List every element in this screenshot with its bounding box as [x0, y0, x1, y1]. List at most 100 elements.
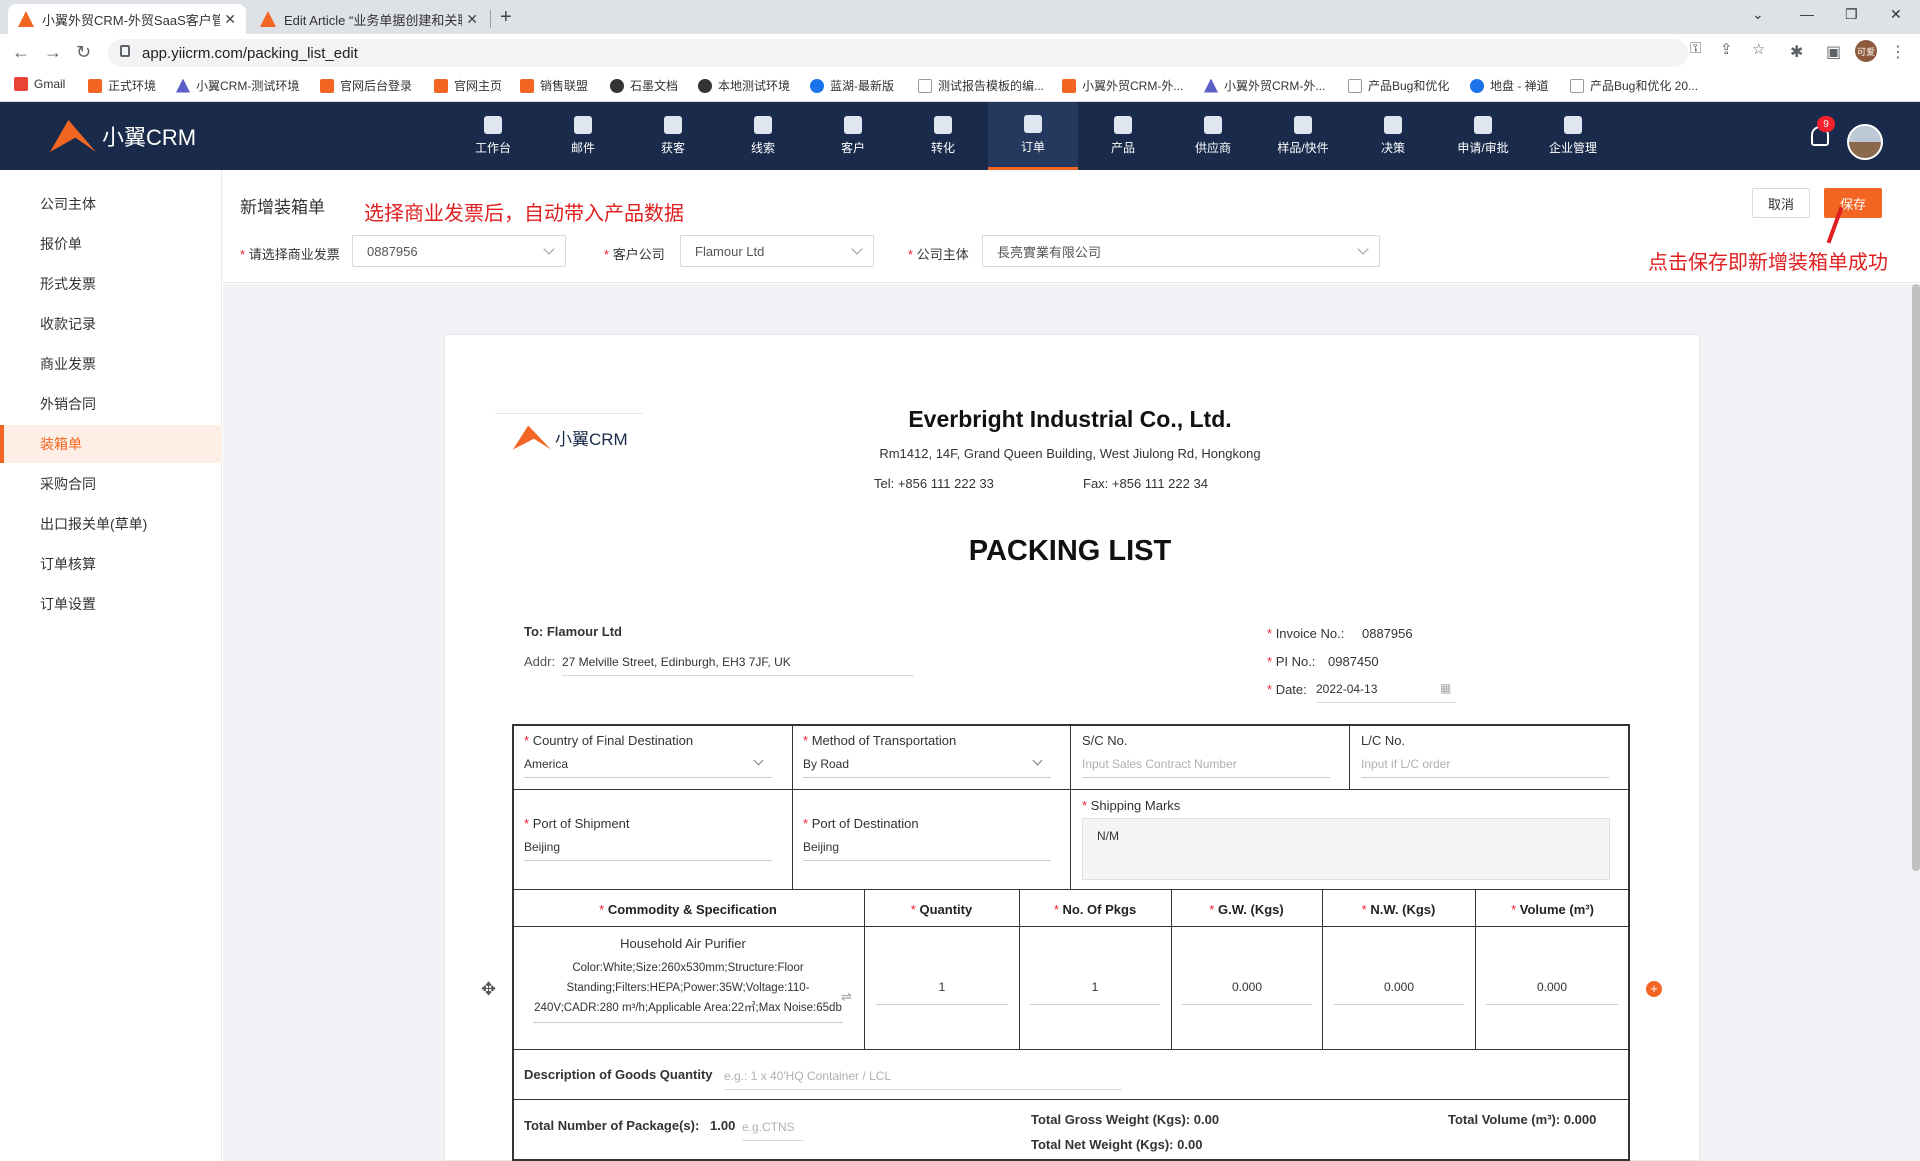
- sidebar-item-purchase-contract[interactable]: 采购合同: [0, 465, 222, 503]
- volume-input[interactable]: 0.000: [1486, 980, 1618, 1005]
- user-avatar[interactable]: [1847, 124, 1883, 160]
- nav-orders[interactable]: 订单: [988, 102, 1078, 170]
- nav-products[interactable]: 产品: [1078, 102, 1168, 170]
- customer-select[interactable]: Flamour Ltd: [680, 235, 874, 267]
- sidebar-item-receipts[interactable]: 收款记录: [0, 305, 222, 343]
- sidebar-item-settings[interactable]: 订单设置: [0, 585, 222, 623]
- scrollbar[interactable]: [1912, 284, 1920, 871]
- sidebar-item-proforma[interactable]: 形式发票: [0, 265, 222, 303]
- sidebar-item-customs[interactable]: 出口报关单(草单): [0, 505, 222, 543]
- bookmark-item[interactable]: 正式环境: [88, 77, 156, 94]
- method-select[interactable]: By Road: [803, 755, 1051, 778]
- bookmark-item[interactable]: 官网主页: [434, 77, 502, 94]
- bookmark-star-icon[interactable]: ☆: [1752, 40, 1765, 58]
- nav-customers[interactable]: 客户: [808, 102, 898, 170]
- quantity-input[interactable]: 1: [876, 980, 1008, 1005]
- shipping-marks-input[interactable]: N/M: [1082, 818, 1610, 880]
- invoice-select[interactable]: 0887956: [352, 235, 566, 267]
- sidebar-item-commercial-invoice[interactable]: 商业发票: [0, 345, 222, 383]
- nav-decisions[interactable]: 决策: [1348, 102, 1438, 170]
- sidebar-item-accounting[interactable]: 订单核算: [0, 545, 222, 583]
- back-icon[interactable]: ←: [12, 42, 30, 63]
- gw-input[interactable]: 0.000: [1182, 980, 1312, 1005]
- side-panel-icon[interactable]: ▣: [1826, 42, 1841, 62]
- reload-icon[interactable]: ↻: [76, 42, 91, 63]
- total-pkgs-unit-input[interactable]: e.g.CTNS: [742, 1120, 804, 1141]
- nav-suppliers[interactable]: 供应商: [1168, 102, 1258, 170]
- save-button[interactable]: 保存: [1824, 188, 1882, 218]
- forward-icon[interactable]: →: [44, 42, 62, 63]
- sidebar-item-sales-contract[interactable]: 外销合同: [0, 385, 222, 423]
- sidebar-item-quotation[interactable]: 报价单: [0, 225, 222, 263]
- lc-input[interactable]: Input if L/C order: [1361, 757, 1609, 778]
- nav-leads[interactable]: 线索: [718, 102, 808, 170]
- nav-workbench[interactable]: 工作台: [448, 102, 538, 170]
- port-shipment-input[interactable]: Beijing: [524, 840, 772, 861]
- port-destination-input[interactable]: Beijing: [803, 840, 1051, 861]
- minimize-icon[interactable]: —: [1800, 6, 1814, 22]
- annotation-save: 点击保存即新增装箱单成功: [1648, 252, 1888, 274]
- addr-input[interactable]: 27 Melville Street, Edinburgh, EH3 7JF, …: [562, 655, 914, 676]
- key-icon[interactable]: ⚿: [1690, 40, 1701, 57]
- bookmark-item[interactable]: 地盘 - 禅道: [1470, 77, 1549, 94]
- cancel-button[interactable]: 取消: [1752, 188, 1810, 218]
- product-spec[interactable]: Color:White;Size:260x530mm;Structure:Flo…: [533, 958, 843, 1023]
- bookmark-item[interactable]: 测试报告模板的编...: [918, 77, 1044, 94]
- browser-tab-edit-article[interactable]: Edit Article “业务单据创建和关联 ✕: [250, 4, 488, 34]
- bookmark-item[interactable]: 产品Bug和优化 20...: [1570, 77, 1698, 94]
- close-window-icon[interactable]: ✕: [1890, 6, 1902, 23]
- doc-icon: [1348, 78, 1362, 93]
- globe-icon: [698, 78, 712, 93]
- sidebar-item-company[interactable]: 公司主体: [0, 185, 222, 223]
- nav-acquire[interactable]: 获客: [628, 102, 718, 170]
- bookmark-gmail[interactable]: Gmail: [14, 77, 65, 91]
- nav-conversion[interactable]: 转化: [898, 102, 988, 170]
- bookmark-item[interactable]: 销售联盟: [520, 77, 588, 94]
- bookmark-item[interactable]: 石墨文档: [610, 77, 678, 94]
- app-logo[interactable]: 小翼CRM: [50, 120, 196, 152]
- grid-line: [512, 926, 1630, 927]
- close-tab-icon[interactable]: ✕: [224, 11, 236, 28]
- sc-input[interactable]: Input Sales Contract Number: [1082, 757, 1330, 778]
- nav-mail[interactable]: 邮件: [538, 102, 628, 170]
- company-name: Everbright Industrial Co., Ltd.: [908, 406, 1232, 432]
- country-select[interactable]: America: [524, 755, 772, 778]
- close-tab-icon[interactable]: ✕: [466, 11, 478, 28]
- bookmark-item[interactable]: 本地测试环境: [698, 77, 790, 94]
- crm-icon: [520, 78, 534, 93]
- nw-input[interactable]: 0.000: [1334, 980, 1464, 1005]
- new-tab-icon[interactable]: +: [500, 6, 512, 29]
- date-input[interactable]: 2022-04-13: [1316, 682, 1456, 703]
- entity-select[interactable]: 長亮實業有限公司: [982, 235, 1380, 267]
- bookmark-item[interactable]: 蓝湖-最新版: [810, 77, 894, 94]
- desc-goods-input[interactable]: e.g.: 1 x 40'HQ Container / LCL: [724, 1069, 1122, 1090]
- chevron-down-icon: [1357, 243, 1369, 255]
- total-gross-weight: Total Gross Weight (Kgs): 0.00: [1031, 1112, 1220, 1127]
- bookmark-item[interactable]: 小翼外贸CRM-外...: [1062, 77, 1183, 94]
- add-row-icon[interactable]: +: [1646, 981, 1662, 997]
- triangle-icon: [176, 78, 190, 93]
- bookmark-item[interactable]: 小翼CRM-测试环境: [176, 77, 299, 94]
- share-icon[interactable]: ⇪: [1720, 40, 1733, 58]
- menu-icon[interactable]: ⋮: [1890, 42, 1906, 62]
- restore-icon[interactable]: ❐: [1845, 6, 1858, 23]
- extensions-icon[interactable]: ✱: [1790, 42, 1803, 62]
- browser-tab-crm[interactable]: 小翼外贸CRM-外贸SaaS客户管理 ✕: [8, 4, 246, 34]
- total-pkgs-label: Total Number of Package(s):: [524, 1118, 700, 1133]
- calendar-icon[interactable]: ▦: [1440, 681, 1451, 695]
- pkgs-input[interactable]: 1: [1030, 980, 1160, 1005]
- bookmark-item[interactable]: 官网后台登录: [320, 77, 412, 94]
- address-bar[interactable]: app.yiicrm.com/packing_list_edit: [108, 39, 1688, 67]
- nav-approvals[interactable]: 申请/审批: [1438, 102, 1528, 170]
- tab-search-icon[interactable]: ⌄: [1752, 6, 1764, 23]
- sidebar-item-packing-list[interactable]: 装箱单: [0, 425, 222, 463]
- drag-move-icon[interactable]: ✥: [481, 979, 496, 1000]
- app-header: 小翼CRM 工作台 邮件 获客 线索 客户 转化 订单 产品 供应商 样品/快件…: [0, 102, 1920, 170]
- bookmark-item[interactable]: 产品Bug和优化: [1348, 77, 1449, 94]
- nav-samples[interactable]: 样品/快件: [1258, 102, 1348, 170]
- profile-avatar[interactable]: 可爱: [1855, 40, 1877, 62]
- company-tel: Tel: +856 111 222 33: [874, 476, 994, 491]
- nav-enterprise[interactable]: 企业管理: [1528, 102, 1618, 170]
- bookmark-item[interactable]: 小翼外贸CRM-外...: [1204, 77, 1325, 94]
- swap-icon[interactable]: ⇌: [841, 989, 852, 1005]
